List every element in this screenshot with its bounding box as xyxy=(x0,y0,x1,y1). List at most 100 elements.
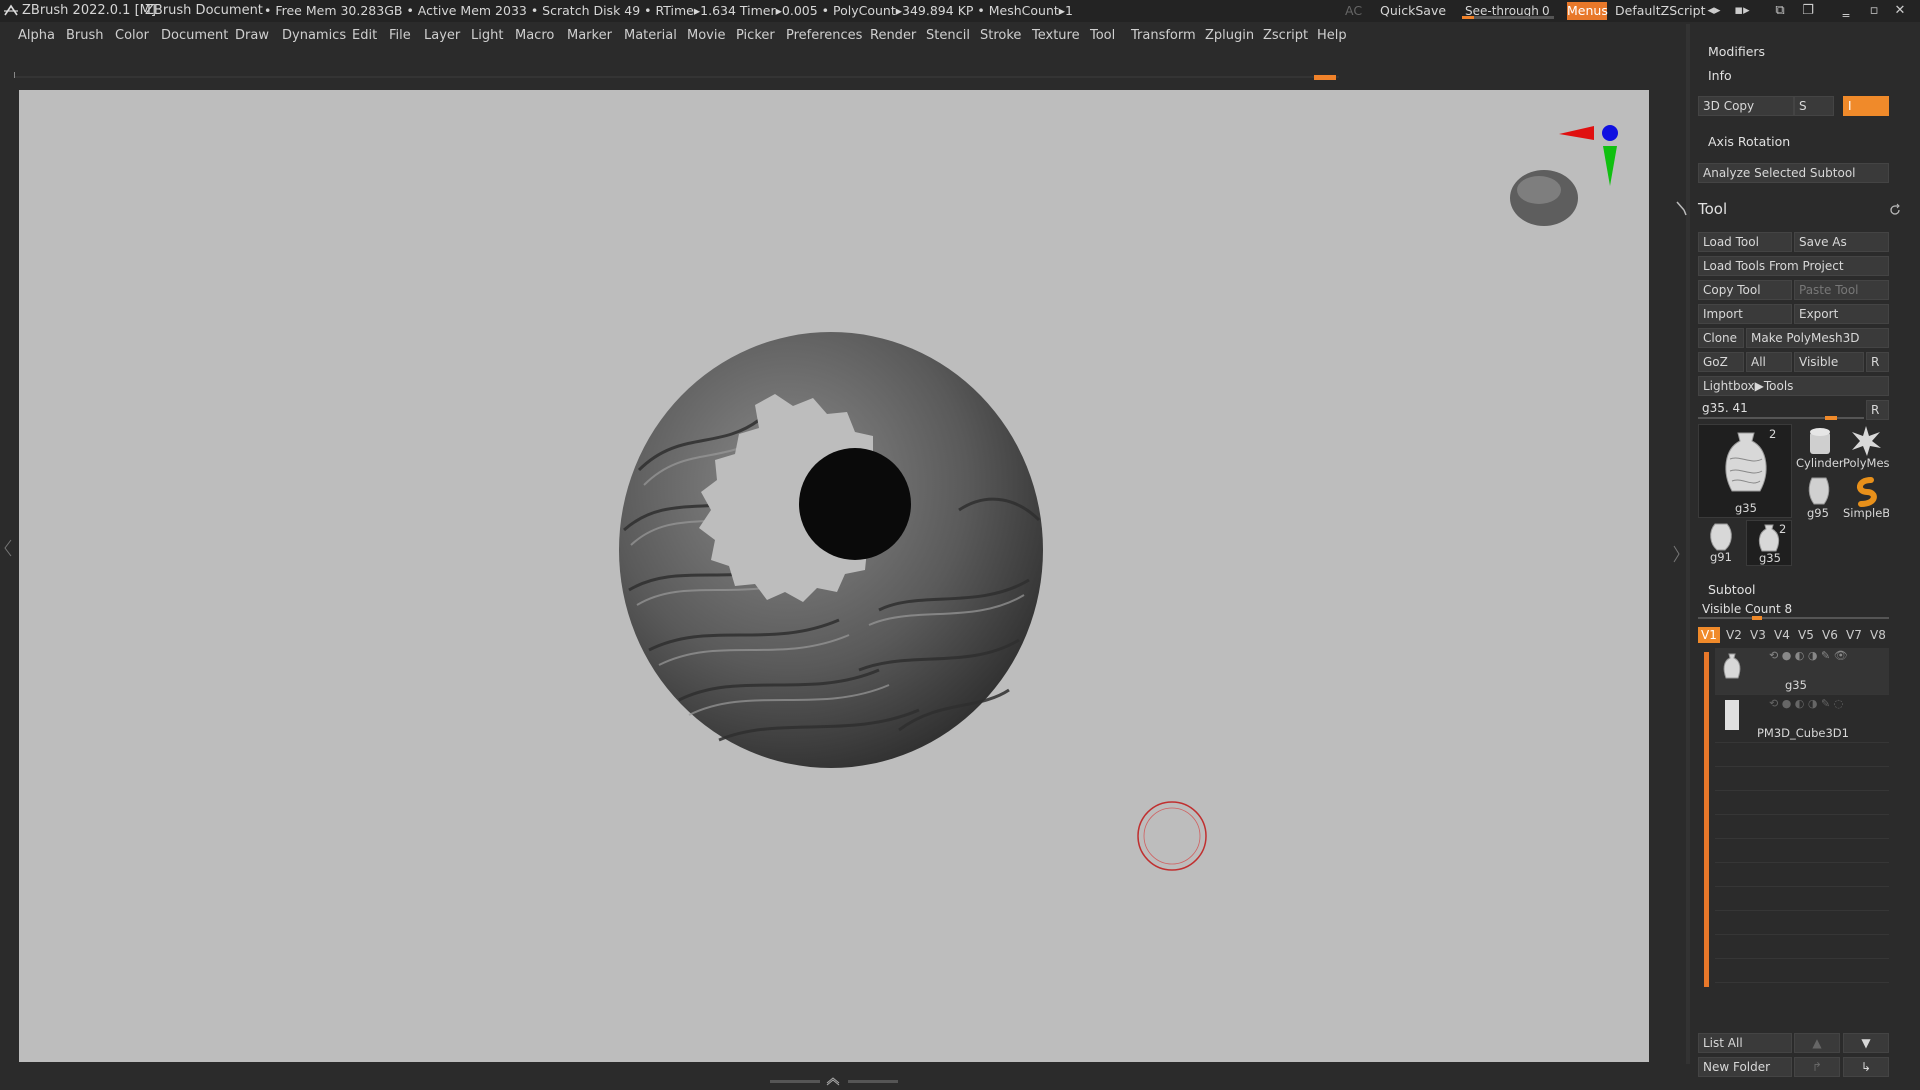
menu-texture[interactable]: Texture xyxy=(1032,28,1080,43)
new-folder-button[interactable]: New Folder xyxy=(1698,1057,1792,1077)
subtool-empty-row xyxy=(1715,888,1889,911)
current-tool-slider[interactable]: g35. 41 xyxy=(1698,400,1864,420)
paste-tool-button[interactable]: Paste Tool xyxy=(1794,280,1889,300)
left-tray-toggle-icon[interactable] xyxy=(3,538,13,558)
ac-toggle[interactable]: AC xyxy=(1345,0,1362,22)
tab-v6[interactable]: V6 xyxy=(1822,628,1838,642)
menu-material[interactable]: Material xyxy=(624,28,677,43)
script-name[interactable]: DefaultZScript xyxy=(1615,0,1706,22)
timeline-track[interactable] xyxy=(14,72,1339,80)
analyze-subtool-button[interactable]: Analyze Selected Subtool xyxy=(1698,163,1889,183)
tool-thumb-g35[interactable]: 2 g35 xyxy=(1698,424,1792,518)
tool-thumb-polymesh[interactable]: PolyMes xyxy=(1843,424,1889,472)
menu-stencil[interactable]: Stencil xyxy=(926,28,970,43)
goz-visible-button[interactable]: Visible xyxy=(1794,352,1864,372)
menu-zscript[interactable]: Zscript xyxy=(1263,28,1308,43)
bottom-tray-toggle[interactable] xyxy=(770,1071,900,1086)
quicksave-button[interactable]: QuickSave xyxy=(1380,0,1446,22)
menu-document[interactable]: Document xyxy=(161,28,228,43)
menu-movie[interactable]: Movie xyxy=(687,28,725,43)
tab-v8[interactable]: V8 xyxy=(1870,628,1886,642)
tab-v4[interactable]: V4 xyxy=(1774,628,1790,642)
3d-copy-field[interactable]: I xyxy=(1843,96,1889,116)
export-button[interactable]: Export xyxy=(1794,304,1889,324)
menu-layer[interactable]: Layer xyxy=(424,28,460,43)
tool-thumb-g35-small[interactable]: 2 g35 xyxy=(1746,520,1792,566)
menu-tool[interactable]: Tool xyxy=(1090,28,1115,43)
lightbox-tools-button[interactable]: Lightbox▶Tools xyxy=(1698,376,1889,396)
menu-stroke[interactable]: Stroke xyxy=(980,28,1021,43)
list-all-button[interactable]: List All xyxy=(1698,1033,1792,1053)
refresh-icon[interactable] xyxy=(1888,203,1902,217)
tab-v3[interactable]: V3 xyxy=(1750,628,1766,642)
tool-section-title[interactable]: Tool xyxy=(1698,200,1727,218)
menu-light[interactable]: Light xyxy=(471,28,503,43)
layout-icon[interactable]: ◂▸ xyxy=(1702,0,1726,22)
goz-r-button[interactable]: R xyxy=(1866,352,1889,372)
seethrough-slider[interactable]: See-through 0 xyxy=(1462,2,1554,20)
axis-rotation-header[interactable]: Axis Rotation xyxy=(1708,134,1790,149)
load-tool-button[interactable]: Load Tool xyxy=(1698,232,1792,252)
menu-picker[interactable]: Picker xyxy=(736,28,775,43)
menu-zplugin[interactable]: Zplugin xyxy=(1205,28,1254,43)
restore-icon[interactable]: ❐ xyxy=(1796,0,1820,22)
tab-v2[interactable]: V2 xyxy=(1726,628,1742,642)
subtool-row-g35[interactable]: ⟲ ● ◐ ◑ ✎ 👁 g35 xyxy=(1715,648,1889,695)
subtool-cube-icons[interactable]: ⟲ ● ◐ ◑ ✎ ◌ xyxy=(1769,697,1843,710)
visible-count-slider[interactable]: Visible Count 8 xyxy=(1698,602,1889,620)
tool-thumb-cylinder[interactable]: Cylinder xyxy=(1796,424,1844,472)
menu-draw[interactable]: Draw xyxy=(235,28,269,43)
menu-alpha[interactable]: Alpha xyxy=(18,28,55,43)
make-polymesh3d-button[interactable]: Make PolyMesh3D xyxy=(1746,328,1889,348)
tool-thumb-simpleb[interactable]: SimpleB xyxy=(1843,474,1889,522)
modifiers-header[interactable]: Modifiers xyxy=(1708,44,1765,59)
menus-button[interactable]: Menus xyxy=(1567,2,1608,20)
info-header[interactable]: Info xyxy=(1708,68,1732,83)
minimize-icon[interactable]: ‗ xyxy=(1834,0,1858,22)
subtool-g35-icons[interactable]: ⟲ ● ◐ ◑ ✎ 👁 xyxy=(1769,649,1848,662)
save-as-button[interactable]: Save As xyxy=(1794,232,1889,252)
subtool-empty-row xyxy=(1715,768,1889,791)
canvas-viewport[interactable] xyxy=(19,90,1649,1062)
window-icon[interactable]: ⧉ xyxy=(1768,0,1792,22)
copy-tool-button[interactable]: Copy Tool xyxy=(1698,280,1792,300)
menu-edit[interactable]: Edit xyxy=(352,28,377,43)
import-button[interactable]: Import xyxy=(1698,304,1792,324)
move-up-button[interactable]: ▲ xyxy=(1794,1033,1840,1053)
goz-all-button[interactable]: All xyxy=(1746,352,1792,372)
menu-help[interactable]: Help xyxy=(1317,28,1347,43)
menu-dynamics[interactable]: Dynamics xyxy=(282,28,346,43)
subtool-row-pm3d-cube[interactable]: ⟲ ● ◐ ◑ ✎ ◌ PM3D_Cube3D1 xyxy=(1715,696,1889,743)
close-icon[interactable]: ✕ xyxy=(1888,0,1912,22)
menu-brush[interactable]: Brush xyxy=(66,28,104,43)
tab-v5[interactable]: V5 xyxy=(1798,628,1814,642)
subtool-list-scrollbar[interactable] xyxy=(1704,652,1709,987)
tool-thumb-g95[interactable]: g95 xyxy=(1796,474,1842,522)
menu-marker[interactable]: Marker xyxy=(567,28,612,43)
menu-color[interactable]: Color xyxy=(115,28,149,43)
3d-copy-button[interactable]: 3D Copy xyxy=(1698,96,1794,116)
goz-button[interactable]: GoZ xyxy=(1698,352,1744,372)
move-down-button[interactable]: ▼ xyxy=(1843,1033,1889,1053)
timeline-marker[interactable] xyxy=(1314,75,1336,80)
tool-thumb-g91[interactable]: g91 xyxy=(1698,520,1744,566)
tab-v7[interactable]: V7 xyxy=(1846,628,1862,642)
menu-file[interactable]: File xyxy=(389,28,411,43)
layout2-icon[interactable]: ▪▸ xyxy=(1730,0,1754,22)
menu-preferences[interactable]: Preferences xyxy=(786,28,862,43)
menu-transform[interactable]: Transform xyxy=(1131,28,1196,43)
subtool-header[interactable]: Subtool xyxy=(1708,582,1755,597)
3d-copy-s-toggle[interactable]: S xyxy=(1794,96,1834,116)
clone-button[interactable]: Clone xyxy=(1698,328,1744,348)
orientation-gizmo[interactable] xyxy=(1510,125,1618,226)
menu-macro[interactable]: Macro xyxy=(515,28,554,43)
menu-render[interactable]: Render xyxy=(870,28,916,43)
current-tool-r-button[interactable]: R xyxy=(1866,400,1889,420)
folder-enter-icon[interactable]: ↳ xyxy=(1843,1057,1889,1077)
maximize-icon[interactable]: ▫ xyxy=(1862,0,1886,22)
load-tools-from-project-button[interactable]: Load Tools From Project xyxy=(1698,256,1889,276)
folder-action-icon[interactable]: ↱ xyxy=(1794,1057,1840,1077)
right-tray-toggle-icon[interactable] xyxy=(1672,544,1680,564)
tab-v1[interactable]: V1 xyxy=(1698,627,1720,643)
sculpted-mesh[interactable] xyxy=(619,332,1043,768)
